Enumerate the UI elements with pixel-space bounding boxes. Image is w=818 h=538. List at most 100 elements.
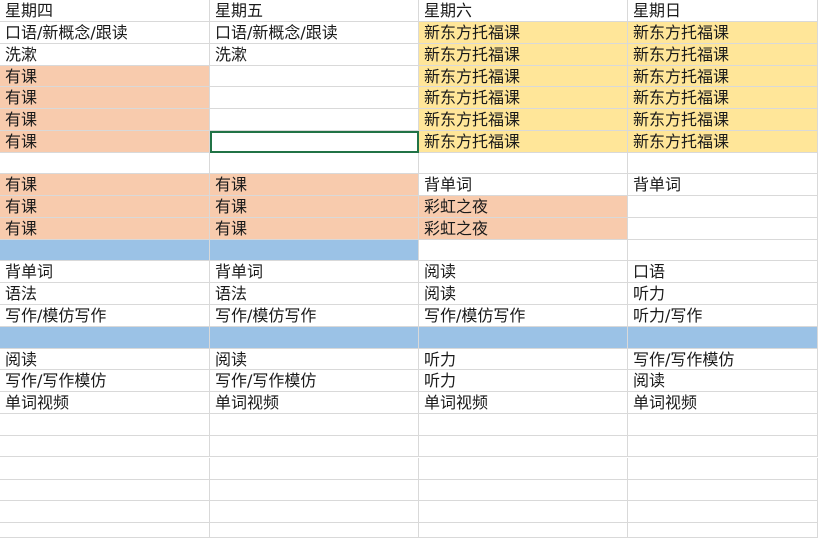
grid-cell[interactable] xyxy=(628,153,818,174)
grid-cell[interactable] xyxy=(210,87,419,109)
grid-cell[interactable] xyxy=(628,327,818,349)
grid-cell[interactable] xyxy=(210,153,419,174)
grid-cell[interactable]: 口语 xyxy=(628,261,818,283)
grid-cell[interactable] xyxy=(0,458,210,480)
grid-cell[interactable] xyxy=(210,479,419,501)
grid-cell[interactable] xyxy=(0,153,210,174)
grid-cell[interactable] xyxy=(628,218,818,240)
grid-cell[interactable]: 有课 xyxy=(210,218,419,240)
grid-cell[interactable] xyxy=(419,523,628,538)
grid-cell[interactable] xyxy=(210,414,419,436)
grid-cell[interactable]: 语法 xyxy=(0,283,210,305)
grid-cell[interactable] xyxy=(628,436,818,457)
grid-cell[interactable]: 有课 xyxy=(0,196,210,218)
grid-cell[interactable]: 写作/写作模仿 xyxy=(628,349,818,370)
grid-cell[interactable] xyxy=(210,66,419,87)
grid-cell[interactable]: 听力 xyxy=(628,283,818,305)
grid-cell[interactable]: 背单词 xyxy=(419,174,628,196)
grid-cell[interactable] xyxy=(0,501,210,523)
grid-cell[interactable]: 新东方托福课 xyxy=(628,22,818,44)
grid-cell[interactable]: 新东方托福课 xyxy=(419,44,628,66)
grid-cell[interactable]: 听力 xyxy=(419,370,628,392)
grid-cell[interactable]: 有课 xyxy=(0,218,210,240)
grid-cell[interactable]: 洗漱 xyxy=(0,44,210,66)
grid-cell[interactable]: 有课 xyxy=(210,196,419,218)
grid-cell[interactable]: 背单词 xyxy=(628,174,818,196)
grid-cell[interactable]: 新东方托福课 xyxy=(419,87,628,109)
grid-cell[interactable]: 阅读 xyxy=(419,261,628,283)
grid-cell[interactable]: 新东方托福课 xyxy=(419,22,628,44)
grid-cell[interactable]: 有课 xyxy=(210,174,419,196)
grid-cell[interactable]: 写作/写作模仿 xyxy=(210,370,419,392)
grid-cell[interactable]: 有课 xyxy=(0,109,210,131)
grid-cell[interactable]: 新东方托福课 xyxy=(419,131,628,153)
grid-cell[interactable]: 新东方托福课 xyxy=(628,131,818,153)
grid-cell[interactable]: 彩虹之夜 xyxy=(419,196,628,218)
grid-cell[interactable]: 阅读 xyxy=(419,283,628,305)
grid-cell[interactable]: 新东方托福课 xyxy=(419,66,628,87)
grid-cell[interactable]: 洗漱 xyxy=(210,44,419,66)
grid-cell[interactable] xyxy=(210,327,419,349)
header-cell-saturday[interactable]: 星期六 xyxy=(419,0,628,22)
grid-cell[interactable] xyxy=(628,240,818,261)
grid-cell[interactable]: 阅读 xyxy=(210,349,419,370)
grid-cell[interactable] xyxy=(628,196,818,218)
grid-cell[interactable] xyxy=(0,327,210,349)
grid-cell[interactable] xyxy=(419,327,628,349)
grid-cell[interactable]: 单词视频 xyxy=(628,392,818,414)
grid-cell[interactable]: 写作/模仿写作 xyxy=(0,305,210,327)
grid-cell[interactable]: 有课 xyxy=(0,174,210,196)
grid-cell[interactable] xyxy=(419,458,628,480)
grid-cell[interactable]: 写作/模仿写作 xyxy=(419,305,628,327)
grid-cell[interactable]: 有课 xyxy=(0,66,210,87)
grid-cell[interactable]: 阅读 xyxy=(0,349,210,370)
grid-cell[interactable] xyxy=(210,240,419,261)
grid-cell[interactable]: 阅读 xyxy=(628,370,818,392)
grid-cell[interactable]: 新东方托福课 xyxy=(628,109,818,131)
grid-cell[interactable] xyxy=(210,436,419,457)
grid-cell[interactable]: 彩虹之夜 xyxy=(419,218,628,240)
grid-cell[interactable] xyxy=(0,436,210,457)
grid-cell[interactable]: 新东方托福课 xyxy=(628,87,818,109)
grid-cell[interactable] xyxy=(210,501,419,523)
grid-cell[interactable] xyxy=(419,153,628,174)
grid-cell[interactable] xyxy=(419,501,628,523)
grid-cell[interactable] xyxy=(419,240,628,261)
grid-cell[interactable] xyxy=(628,523,818,538)
grid-cell[interactable]: 单词视频 xyxy=(419,392,628,414)
grid-cell[interactable] xyxy=(419,414,628,436)
grid-cell[interactable]: 有课 xyxy=(0,131,210,153)
grid-cell[interactable] xyxy=(0,479,210,501)
grid-cell[interactable] xyxy=(419,479,628,501)
selected-cell[interactable] xyxy=(210,131,419,153)
grid-cell[interactable]: 单词视频 xyxy=(210,392,419,414)
grid-cell[interactable] xyxy=(628,414,818,436)
grid-cell[interactable]: 单词视频 xyxy=(0,392,210,414)
grid-cell[interactable]: 听力/写作 xyxy=(628,305,818,327)
grid-cell[interactable]: 新东方托福课 xyxy=(628,66,818,87)
grid-cell[interactable] xyxy=(0,523,210,538)
grid-cell[interactable]: 语法 xyxy=(210,283,419,305)
grid-cell[interactable] xyxy=(628,479,818,501)
grid-cell[interactable] xyxy=(0,414,210,436)
grid-cell[interactable]: 口语/新概念/跟读 xyxy=(210,22,419,44)
grid-cell[interactable] xyxy=(210,523,419,538)
grid-cell[interactable]: 有课 xyxy=(0,87,210,109)
header-cell-sunday[interactable]: 星期日 xyxy=(628,0,818,22)
header-cell-friday[interactable]: 星期五 xyxy=(210,0,419,22)
grid-cell[interactable]: 新东方托福课 xyxy=(628,44,818,66)
grid-cell[interactable]: 口语/新概念/跟读 xyxy=(0,22,210,44)
grid-cell[interactable] xyxy=(628,501,818,523)
grid-cell[interactable]: 听力 xyxy=(419,349,628,370)
grid-cell[interactable] xyxy=(0,240,210,261)
grid-cell[interactable] xyxy=(419,436,628,457)
grid-cell[interactable]: 写作/写作模仿 xyxy=(0,370,210,392)
header-cell-thursday[interactable]: 星期四 xyxy=(0,0,210,22)
grid-cell[interactable] xyxy=(210,458,419,480)
grid-cell[interactable]: 新东方托福课 xyxy=(419,109,628,131)
grid-cell[interactable] xyxy=(210,109,419,131)
grid-cell[interactable]: 背单词 xyxy=(0,261,210,283)
grid-cell[interactable]: 写作/模仿写作 xyxy=(210,305,419,327)
grid-cell[interactable]: 背单词 xyxy=(210,261,419,283)
grid-cell[interactable] xyxy=(628,458,818,480)
